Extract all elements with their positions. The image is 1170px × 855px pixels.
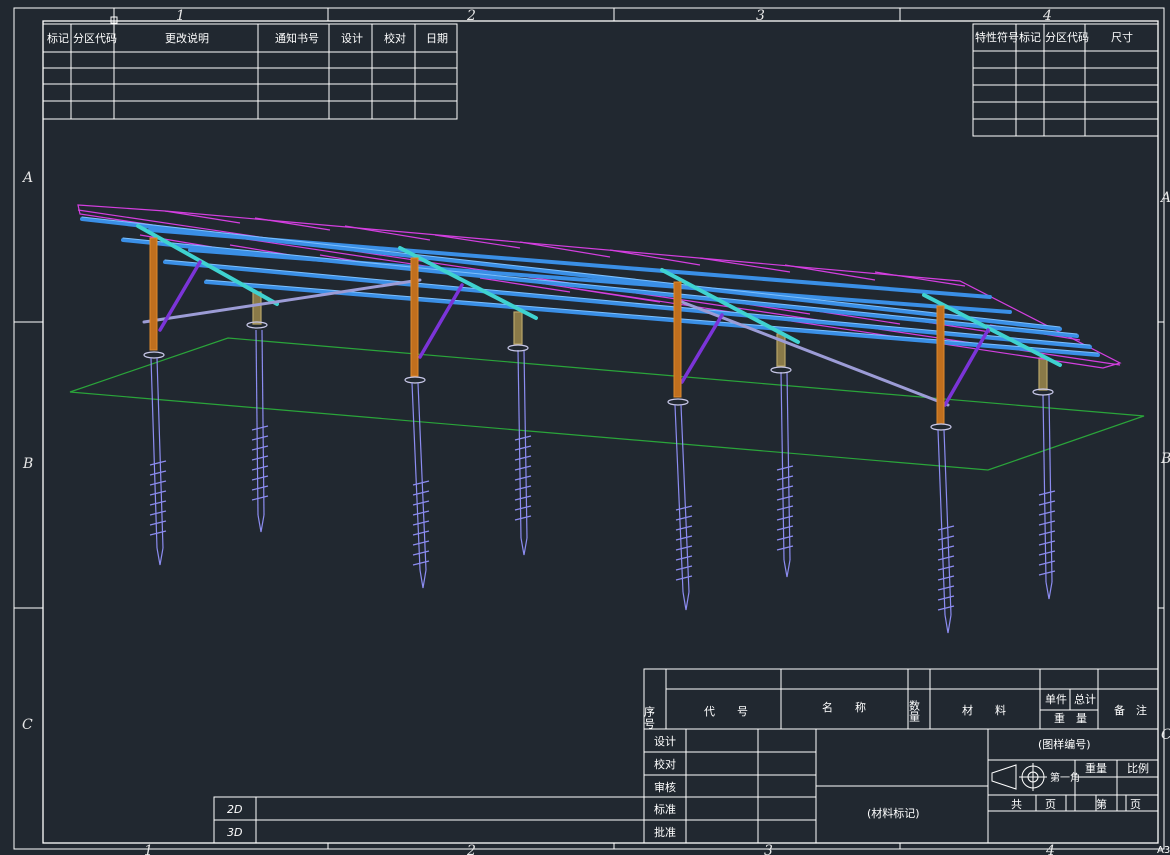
rev-header-date: 日期 — [426, 32, 448, 45]
tb-design-label: 设计 — [654, 735, 676, 748]
cross-beams — [136, 224, 1062, 367]
tb-sheet-no-label: 第 — [1096, 797, 1107, 811]
bom-weight: 重 量 — [1054, 711, 1087, 725]
ground-plane — [69, 337, 1145, 471]
feat-header-size: 尺寸 — [1111, 30, 1133, 44]
rev-header-notice-no: 通知书号 — [275, 31, 319, 45]
zone-row-c-left: C — [22, 717, 33, 733]
zone-col-3-bottom: 3 — [764, 843, 773, 855]
first-angle-projection-icon — [991, 763, 1047, 791]
tb-drawing-number: (图样编号) — [1038, 737, 1091, 751]
bom-index: 序号 — [643, 705, 656, 730]
zone-col-3-top: 3 — [756, 8, 765, 24]
zone-row-c-right: C — [1161, 727, 1170, 743]
view-3d-label: 3D — [227, 826, 242, 839]
bom-code: 代 号 — [704, 705, 748, 718]
rev-header-description: 更改说明 — [165, 31, 209, 45]
zone-col-1-top: 1 — [176, 8, 185, 24]
feat-header-symbol: 特性符号 — [975, 30, 1019, 44]
zone-row-b-left: B — [22, 456, 33, 472]
zone-col-2-bottom: 2 — [466, 843, 476, 855]
solar-mount-3d-model — [69, 204, 1145, 634]
tb-projection-label: 第一角 — [1050, 771, 1080, 784]
sheet-frame — [13, 7, 1165, 850]
zone-labels: 1 2 3 4 1 2 3 4 A B C A B C A3 — [21, 8, 1170, 855]
tb-sheet-unit-2: 页 — [1130, 798, 1141, 811]
zone-col-4-bottom: 4 — [1045, 843, 1055, 855]
feat-header-zone: 分区代码 — [1045, 31, 1089, 44]
zone-row-b-right: B — [1160, 451, 1170, 467]
zone-col-2-top: 2 — [466, 8, 476, 24]
title-block: 设计 校对 审核 标准 批准 (材料标记) (图样编号) 第一角 重量 比例 共… — [643, 728, 1159, 844]
view-2d-label: 2D — [227, 803, 242, 816]
tb-standard-label: 标准 — [654, 802, 676, 816]
bom-material: 材 料 — [962, 703, 1006, 717]
tb-weight-label: 重量 — [1085, 761, 1107, 775]
feature-table: 特性符号 标记 分区代码 尺寸 — [972, 23, 1159, 137]
rev-header-zone: 分区代码 — [73, 32, 117, 45]
screw-piles-rear — [251, 329, 1056, 600]
drawing-sheet: 1 2 3 4 1 2 3 4 A B C A B C A3 标记 分区代码 更… — [13, 7, 1170, 855]
revision-table: 标记 分区代码 更改说明 通知书号 设计 校对 日期 — [42, 23, 458, 120]
tb-material-mark: (材料标记) — [867, 806, 920, 820]
zone-col-4-top: 4 — [1042, 8, 1052, 24]
zone-row-a-right: A — [1159, 190, 1170, 206]
zone-col-1-bottom: 1 — [144, 843, 153, 855]
bom-header-table: 序号 代 号 名 称 数量 材 料 单件 总计 重 量 备 注 — [643, 668, 1159, 730]
tb-review-label: 审核 — [654, 780, 676, 794]
tb-check-label: 校对 — [654, 757, 676, 771]
rev-header-mark: 标记 — [47, 31, 69, 45]
rev-header-check: 校对 — [384, 31, 406, 45]
zone-row-a-left: A — [21, 170, 33, 186]
bom-qty: 数量 — [908, 700, 921, 722]
bom-remark: 备 注 — [1114, 703, 1147, 717]
tb-approve-label: 批准 — [654, 825, 676, 839]
sheet-size-label: A3 — [1157, 845, 1170, 855]
rev-header-design: 设计 — [341, 32, 363, 45]
tb-total-sheets-label: 共 — [1011, 798, 1022, 811]
rails — [80, 217, 1100, 357]
bom-unit: 单件 — [1045, 693, 1067, 706]
feat-header-mark: 标记 — [1019, 30, 1041, 44]
view-strip: 2D 3D — [213, 796, 645, 844]
tb-scale-label: 比例 — [1127, 761, 1149, 775]
screw-piles-front — [149, 357, 955, 634]
post-flanges — [143, 351, 952, 431]
bom-total: 总计 — [1074, 692, 1096, 706]
bom-name: 名 称 — [822, 700, 866, 714]
tb-sheet-unit: 页 — [1045, 798, 1056, 811]
